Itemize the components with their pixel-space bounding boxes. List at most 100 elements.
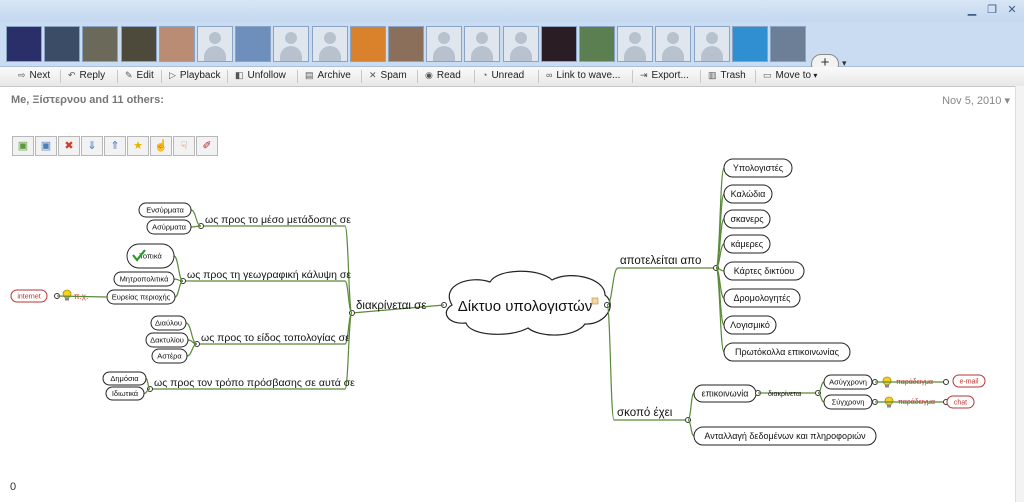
component-node-label: σκανερς xyxy=(730,214,764,224)
mute-icon: ◧ xyxy=(235,70,244,80)
leaf-node-label: Ασύρματα xyxy=(152,223,187,232)
participants-summary[interactable]: Me, Ξίστερνου and 11 others: xyxy=(11,94,164,106)
comm-example-link-label: παράδειγμα xyxy=(898,398,935,406)
toolbar-separator xyxy=(60,70,61,83)
toolbar-button-label: Reply xyxy=(79,70,106,81)
lightbulb-icon xyxy=(882,376,892,386)
leaf-node-label: Ενσύρματα xyxy=(146,206,184,215)
blip-count: 0 xyxy=(10,481,17,493)
toolbar-separator xyxy=(474,70,475,83)
scrollbar[interactable] xyxy=(1015,86,1024,502)
participant-avatar[interactable] xyxy=(120,26,157,62)
root-node-label: Δίκτυο υπολογιστών xyxy=(458,298,593,315)
wave-date[interactable]: Nov 5, 2010 ▾ xyxy=(942,94,1010,107)
leaf-connector xyxy=(173,255,184,282)
leaf-node-label: Μητροπολιτικά xyxy=(120,275,170,284)
close-icon[interactable]: ✕ xyxy=(1006,3,1018,16)
participant-avatar[interactable] xyxy=(388,26,424,62)
window-controls: ▁ ❐ ✕ xyxy=(966,3,1018,16)
toolbar-button-playback[interactable]: ▷ Playback xyxy=(169,70,221,81)
node-handle[interactable] xyxy=(943,379,949,385)
toolbar-button-label: Edit xyxy=(136,70,154,81)
toolbar-button-label: Trash xyxy=(720,70,746,81)
component-node-label: Υπολογιστές xyxy=(733,163,784,173)
lightbulb-base xyxy=(885,384,889,388)
unread-icon: ◔ xyxy=(482,70,488,80)
toolbar-button-reply[interactable]: ↶ Reply xyxy=(68,70,105,81)
toolbar-button-unfollow[interactable]: ◧ Unfollow xyxy=(235,70,286,81)
component-node-label: Κάρτες δικτύου xyxy=(734,266,794,276)
comm-example-node-label: chat xyxy=(954,400,967,407)
participant-avatar[interactable] xyxy=(349,26,386,62)
purpose-connector xyxy=(687,392,695,421)
toolbar-separator xyxy=(361,70,362,83)
comm-example-link-label: παράδειγμα xyxy=(896,378,933,386)
play-icon: ▷ xyxy=(169,70,176,80)
component-node-label: κάμερες xyxy=(731,239,764,249)
lightbulb-icon xyxy=(884,396,894,406)
participant-avatar[interactable] xyxy=(158,26,195,62)
toolbar-separator xyxy=(700,70,701,83)
toolbar-button-label: Playback xyxy=(179,70,221,81)
participant-avatar-placeholder[interactable] xyxy=(464,26,501,62)
lightbulb-base xyxy=(887,404,891,408)
export-icon: ⇥ xyxy=(640,70,648,80)
participant-avatar[interactable] xyxy=(731,26,768,62)
toolbar-button-trash[interactable]: ▥ Trash xyxy=(708,70,746,81)
toolbar-button-edit[interactable]: ✎ Edit xyxy=(125,70,154,81)
eye-icon: ◉ xyxy=(425,70,433,80)
minimize-icon[interactable]: ▁ xyxy=(966,3,978,16)
toolbar-button-next[interactable]: ⇨ Next xyxy=(18,70,50,81)
toolbar-button-label: Export... xyxy=(651,70,689,81)
toolbar-separator xyxy=(755,70,756,83)
component-node-label: Καλώδια xyxy=(731,189,766,199)
participant-avatar[interactable] xyxy=(579,26,615,62)
purpose-node-label: Ανταλλαγή δεδομένων και πληροφοριών xyxy=(704,431,866,441)
participant-avatar[interactable] xyxy=(44,26,81,62)
component-node-label: Δρομολογητές xyxy=(734,293,792,303)
participant-avatar-placeholder[interactable] xyxy=(273,26,310,62)
branch-right-bottom-connector xyxy=(606,304,615,421)
toolbar-separator xyxy=(538,70,539,83)
folder-icon: ▭ xyxy=(763,70,772,80)
toolbar-button-archive[interactable]: ▤ Archive xyxy=(305,70,351,81)
branch-group-label: ως προς το είδος τοπολογίας σε xyxy=(201,332,350,344)
toolbar-button-link-to-wave[interactable]: ∞ Link to wave... xyxy=(546,70,620,81)
participant-avatar-placeholder[interactable] xyxy=(655,26,692,62)
toolbar-button-spam[interactable]: ✕ Spam xyxy=(369,70,407,81)
toolbar-button-label: Read xyxy=(436,70,461,81)
toolbar-button-export[interactable]: ⇥ Export... xyxy=(640,70,689,81)
participant-avatar-placeholder[interactable] xyxy=(617,26,654,62)
restore-icon[interactable]: ❐ xyxy=(986,3,998,16)
participant-avatar-placeholder[interactable] xyxy=(693,26,730,62)
mind-map[interactable]: Δίκτυο υπολογιστών διακρίνεται σε ως προς … xyxy=(0,150,1010,480)
toolbar-separator xyxy=(161,70,162,83)
branch-left-label: διακρίνεται σε xyxy=(356,300,426,312)
toolbar-separator xyxy=(297,70,298,83)
toolbar-button-move-to[interactable]: ▭ Move to ▾ xyxy=(763,70,817,81)
participant-avatar[interactable] xyxy=(770,26,806,62)
leaf-node-label: Ευρείας περιοχής xyxy=(112,293,171,302)
branch-group-label: ως προς το μέσο μετάδοσης σε xyxy=(205,214,351,226)
participant-avatar[interactable] xyxy=(540,26,577,62)
example-node-label: internet xyxy=(17,294,40,301)
comm-type-node-label: Σύγχρονη xyxy=(832,398,865,407)
note-icon xyxy=(591,297,599,305)
toolbar-button-unread[interactable]: ◔ Unread xyxy=(482,70,524,81)
participant-avatar[interactable] xyxy=(82,26,119,62)
toolbar-button-label: Next xyxy=(29,70,51,81)
branch-right-bottom-label: σκοπό έχει xyxy=(617,407,673,419)
link-icon: ∞ xyxy=(546,70,553,80)
participant-avatar[interactable] xyxy=(235,26,272,62)
branch-group-label: ως προς τον τρόπο πρόσβασης σε αυτά σε xyxy=(154,377,355,389)
participant-avatar-placeholder[interactable] xyxy=(197,26,233,62)
toolbar-button-read[interactable]: ◉ Read xyxy=(425,70,461,81)
toolbar-separator xyxy=(417,70,418,83)
chevron-down-icon[interactable]: ▾ xyxy=(1004,95,1010,107)
participant-avatar-placeholder[interactable] xyxy=(311,26,348,62)
toolbar-button-label: Unread xyxy=(491,70,525,81)
participant-avatar-placeholder[interactable] xyxy=(502,26,539,62)
toolbar-separator xyxy=(632,70,633,83)
participant-avatar[interactable] xyxy=(6,26,42,62)
participant-avatar-placeholder[interactable] xyxy=(426,26,463,62)
